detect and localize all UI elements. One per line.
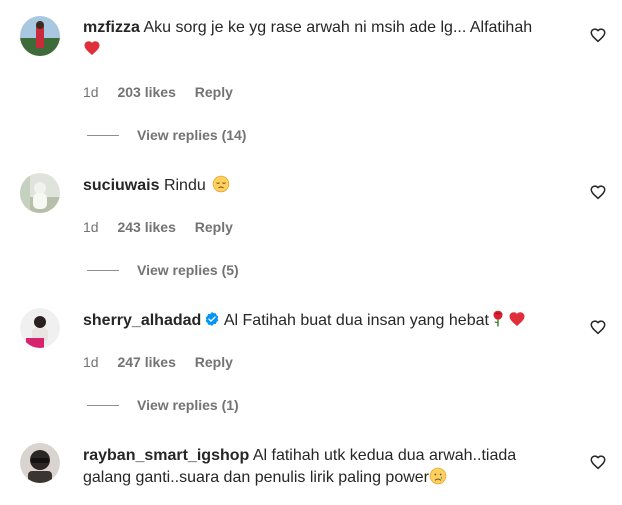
view-replies-label: View replies (1) (137, 397, 239, 413)
like-heart-icon[interactable] (589, 453, 607, 471)
comment-username[interactable]: sherry_alhadad (83, 312, 201, 329)
comment-time: 1d (83, 84, 99, 100)
avatar[interactable] (20, 443, 60, 483)
divider-line (87, 404, 119, 406)
view-replies-label: View replies (5) (137, 262, 239, 278)
avatar[interactable] (20, 173, 60, 213)
comment-body: mzfizza Aku sorg je ke yg rase arwah ni … (83, 17, 553, 61)
comment-time: 1d (83, 354, 99, 370)
like-heart-icon[interactable] (589, 183, 607, 201)
avatar[interactable] (20, 308, 60, 348)
comment-username[interactable]: mzfizza (83, 19, 140, 36)
view-replies-button[interactable]: View replies (5) (87, 261, 239, 279)
red-heart-icon (509, 312, 525, 326)
like-heart-icon[interactable] (589, 318, 607, 336)
view-replies-label: View replies (14) (137, 127, 247, 143)
divider-line (87, 134, 119, 136)
comment-username[interactable]: rayban_smart_igshop (83, 447, 249, 464)
red-heart-icon (84, 41, 100, 55)
comment-body: sherry_alhadad Al Fatihah buat dua insan… (83, 310, 553, 332)
view-replies-button[interactable]: View replies (1) (87, 396, 239, 414)
reply-button[interactable]: Reply (195, 219, 233, 235)
comment-likes[interactable]: 203 likes (117, 84, 175, 100)
view-replies-button[interactable]: View replies (14) (87, 126, 246, 144)
comment-text: Aku sorg je ke yg rase arwah ni msih ade… (143, 19, 533, 36)
comment-username[interactable]: suciuwais (83, 177, 159, 194)
like-heart-icon[interactable] (589, 26, 607, 44)
crying-face-icon (429, 467, 447, 485)
comments-list: mzfizza Aku sorg je ke yg rase arwah ni … (0, 0, 622, 505)
comment-body: rayban_smart_igshop Al fatihah utk kedua… (83, 445, 553, 489)
comment-likes[interactable]: 243 likes (117, 219, 175, 235)
comment-time: 1d (83, 219, 99, 235)
comment-meta: 1d 203 likes Reply (83, 83, 248, 101)
comment-meta: 1d 243 likes Reply (83, 218, 248, 236)
verified-badge-icon (206, 312, 219, 326)
comment-meta: 1d 247 likes Reply (83, 353, 248, 371)
comment-likes[interactable]: 247 likes (117, 354, 175, 370)
divider-line (87, 269, 119, 271)
reply-button[interactable]: Reply (195, 84, 233, 100)
pensive-face-icon (212, 175, 230, 193)
comment-body: suciuwais Rindu (83, 175, 553, 197)
comment-text: Al Fatihah buat dua insan yang hebat (223, 312, 489, 329)
reply-button[interactable]: Reply (195, 354, 233, 370)
comment-text: Rindu (163, 177, 206, 194)
rose-icon (493, 310, 503, 327)
avatar[interactable] (20, 16, 60, 56)
